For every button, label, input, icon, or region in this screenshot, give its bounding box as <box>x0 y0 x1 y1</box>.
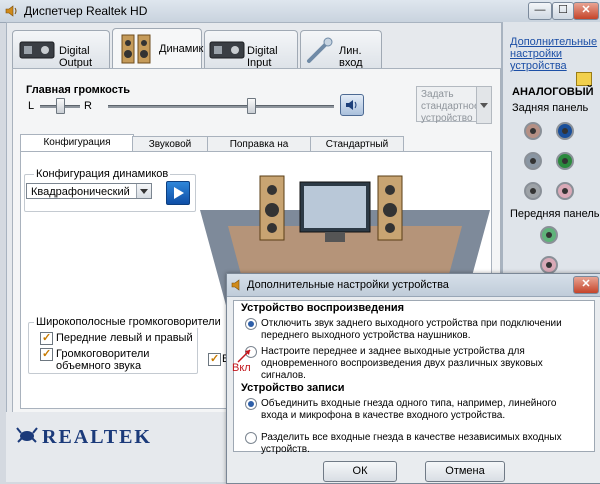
tab-digital-output[interactable]: Digital Output <box>12 30 110 69</box>
playback-option-1-label: Отключить звук заднего выходного устройс… <box>261 318 562 341</box>
record-option-1-label: Объединить входные гнезда одного типа, н… <box>261 398 557 421</box>
jack-back-silver[interactable] <box>524 182 542 200</box>
speaker-icon <box>5 5 17 17</box>
balance-slider[interactable] <box>56 98 65 114</box>
speaker-icon <box>231 279 240 291</box>
jack-back-rose[interactable] <box>556 182 574 200</box>
brand-logo: REALTEK <box>42 426 152 448</box>
set-default-dropdown[interactable] <box>476 86 492 124</box>
subtab-default-format[interactable]: Стандартный формат <box>310 136 404 165</box>
jack-front-green[interactable] <box>540 226 558 244</box>
annotation-label: Вкл <box>232 362 251 374</box>
digital-input-icon <box>209 41 245 59</box>
speaker-config-value: Квадрафонический <box>31 186 130 198</box>
tab-label: Digital Output <box>59 45 93 69</box>
maximize-button[interactable]: ☐ <box>552 2 574 20</box>
surround-speakers-checkbox[interactable]: ✓ <box>40 348 53 361</box>
window-title: Диспетчер Realtek HD <box>24 4 148 18</box>
front-speakers-checkbox[interactable]: ✓ <box>40 332 53 345</box>
speaker-config-group-label: Конфигурация динамиков <box>34 168 171 180</box>
subtab-speaker-config[interactable]: Конфигурация динамиков <box>20 134 134 163</box>
speakers-icon <box>121 34 151 64</box>
playback-section-title: Устройство воспроизведения <box>241 302 405 314</box>
subtab-sound-effect[interactable]: Звуковой эффект <box>132 136 208 165</box>
speaker-volume-icon <box>346 100 357 110</box>
folder-icon[interactable] <box>576 72 592 86</box>
balance-left-label: L <box>28 100 35 112</box>
wideband-group-label: Широкополосные громкоговорители <box>34 316 223 328</box>
surround-speakers-label: Громкоговорители объемного звука <box>56 348 150 372</box>
volume-track <box>108 105 334 108</box>
back-panel-label: Задняя панель <box>512 102 589 114</box>
realtek-crab-logo <box>16 427 38 443</box>
jack-back-pink[interactable] <box>524 122 542 140</box>
combo-dropdown[interactable] <box>136 184 151 198</box>
tab-line-in[interactable]: Лин. вход <box>300 30 382 69</box>
chevron-down-icon <box>140 189 148 194</box>
partial-checkbox[interactable]: ✓ <box>208 353 221 366</box>
record-section-title: Устройство записи <box>241 382 345 394</box>
annotation-arrow-icon <box>237 349 251 363</box>
jack-back-gray[interactable] <box>524 152 542 170</box>
speaker-config-select[interactable]: Квадрафонический <box>26 183 152 199</box>
minimize-button[interactable]: — <box>528 2 552 20</box>
ok-button[interactable]: ОК <box>323 461 397 482</box>
mute-button[interactable] <box>340 94 364 116</box>
jack-front-pink[interactable] <box>540 256 558 274</box>
line-in-icon <box>307 37 333 63</box>
front-panel-label: Передняя панель <box>510 208 600 220</box>
front-speakers-label: Передние левый и правый <box>56 332 193 344</box>
dialog-close-button[interactable]: ✕ <box>573 276 599 294</box>
advanced-settings-dialog: Дополнительные настройки устройства ✕ Ус… <box>226 273 600 484</box>
dialog-title: Дополнительные настройки устройства <box>247 279 449 291</box>
advanced-settings-link[interactable]: Дополнительные настройки устройства <box>510 36 597 72</box>
tab-label: Динамики <box>159 43 210 55</box>
playback-option-1-radio[interactable] <box>245 318 257 330</box>
title-bar: Диспетчер Realtek HD — ☐ ✕ <box>0 0 600 23</box>
tab-label: Digital Input <box>247 45 278 69</box>
play-icon <box>174 187 184 199</box>
volume-slider[interactable] <box>247 98 257 114</box>
analog-label: АНАЛОГОВЫЙ <box>512 86 594 98</box>
cancel-button[interactable]: Отмена <box>425 461 505 482</box>
subtab-room-correction[interactable]: Поправка на помещение <box>207 136 311 165</box>
volume-label: Главная громкость <box>26 84 131 96</box>
close-button[interactable]: ✕ <box>573 2 599 20</box>
record-option-2-radio[interactable] <box>245 432 257 444</box>
balance-right-label: R <box>84 100 92 112</box>
tab-digital-input[interactable]: Digital Input <box>204 30 298 69</box>
record-option-1-radio[interactable] <box>245 398 257 410</box>
digital-output-icon <box>19 41 55 59</box>
jack-back-green[interactable] <box>556 152 574 170</box>
chevron-down-icon <box>480 103 488 108</box>
jack-back-blue[interactable] <box>556 122 574 140</box>
playback-option-2-label: Настроите переднее и заднее выходные уст… <box>261 346 543 381</box>
play-test-button[interactable] <box>166 181 190 205</box>
record-option-2-label: Разделить все входные гнезда в качестве … <box>261 432 562 455</box>
tab-label: Лин. вход <box>339 45 363 69</box>
tab-speakers[interactable]: Динамики <box>112 28 209 69</box>
dialog-title-bar: Дополнительные настройки устройства ✕ <box>227 274 600 297</box>
